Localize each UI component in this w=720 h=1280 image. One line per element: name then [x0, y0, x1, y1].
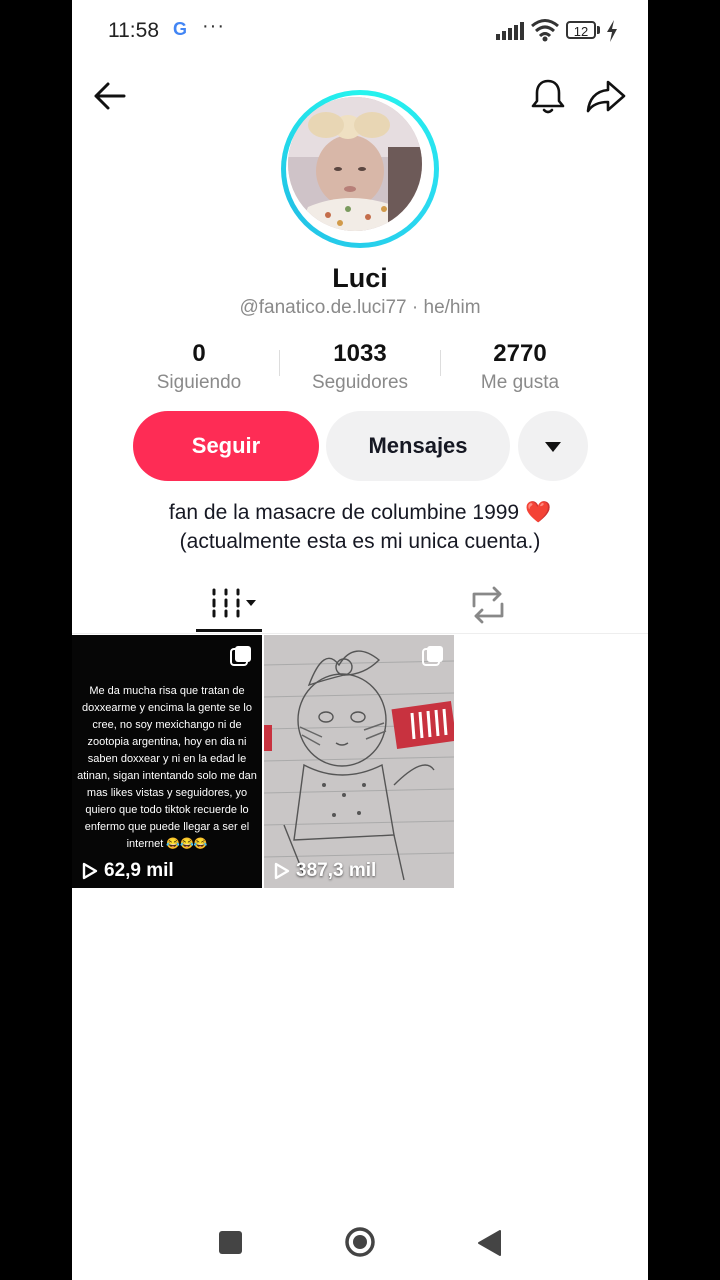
suggested-accounts-button[interactable]	[518, 411, 588, 481]
stat-label: Siguiendo	[156, 372, 242, 393]
thumbnail-caption: Me da mucha risa que tratan de doxxearme…	[77, 685, 257, 850]
avatar-ring[interactable]	[281, 90, 439, 248]
profile-bio: fan de la masacre de columbine 1999 ❤️ (…	[72, 498, 648, 556]
stat-likes[interactable]: 2770 Me gusta	[435, 340, 605, 394]
videos-grid-icon[interactable]	[196, 578, 268, 632]
play-icon	[274, 862, 290, 880]
signal-icon	[496, 22, 524, 40]
charging-icon	[607, 20, 617, 42]
home-button[interactable]	[344, 1226, 376, 1258]
stat-label: Me gusta	[480, 372, 560, 393]
share-icon[interactable]	[584, 76, 628, 116]
status-time: 11:58	[108, 19, 159, 42]
avatar-photo	[288, 97, 422, 231]
back-arrow-icon[interactable]	[90, 78, 130, 114]
google-icon: G	[173, 19, 188, 39]
profile-name: Luci	[332, 263, 388, 293]
play-icon	[82, 862, 98, 880]
stat-label: Seguidores	[311, 372, 409, 393]
system-back-button[interactable]	[476, 1229, 502, 1257]
stat-value: 0	[192, 340, 206, 367]
stat-following[interactable]: 0 Siguiendo	[114, 340, 284, 394]
multi-image-icon	[422, 646, 443, 666]
profile-screen: 11:58 G ··· 12 Luci @fanatico.de.luci77 …	[72, 0, 648, 1280]
video-thumbnail[interactable]: 387,3 mil	[264, 635, 454, 888]
follow-button[interactable]: Seguir	[133, 411, 319, 481]
stat-followers[interactable]: 1033 Seguidores	[275, 340, 445, 394]
repost-icon[interactable]	[452, 578, 524, 632]
battery-tip	[597, 26, 600, 34]
more-notifications-icon: ···	[202, 15, 225, 37]
view-count-text: 387,3 mil	[296, 860, 377, 881]
bio-line: fan de la masacre de columbine 1999 ❤️	[168, 501, 552, 524]
sketch-image	[264, 635, 454, 888]
caret-down-icon	[545, 442, 561, 452]
wifi-icon	[531, 19, 559, 42]
tabs-divider	[72, 633, 648, 634]
video-thumbnail[interactable]: Me da mucha risa que tratan de doxxearme…	[72, 635, 262, 888]
stat-value: 2770	[493, 340, 547, 367]
bell-icon[interactable]	[528, 76, 568, 116]
multi-image-icon	[230, 646, 251, 666]
view-count: 387,3 mil	[274, 860, 376, 882]
stat-value: 1033	[333, 340, 387, 367]
message-button[interactable]: Mensajes	[326, 411, 510, 481]
recents-button[interactable]	[219, 1231, 242, 1254]
status-bar: 11:58 G ··· 12	[72, 0, 648, 62]
profile-handle: @fanatico.de.luci77 · he/him	[239, 297, 481, 318]
avatar[interactable]	[288, 97, 422, 231]
view-count-text: 62,9 mil	[104, 860, 174, 881]
bio-line: (actualmente esta es mi unica cuenta.)	[179, 530, 541, 553]
view-count: 62,9 mil	[82, 860, 174, 882]
battery-icon: 12	[566, 21, 596, 39]
active-tab-indicator	[196, 629, 262, 632]
